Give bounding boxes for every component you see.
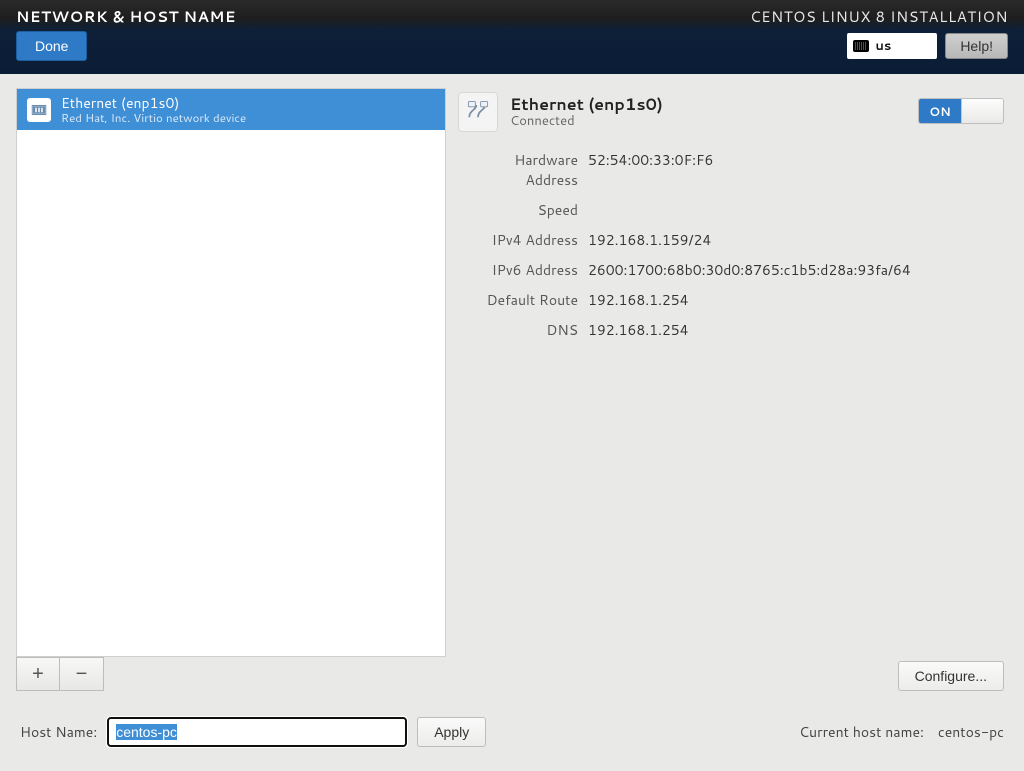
hostname-label: Host Name:: [20, 722, 97, 742]
detail-title-block: Ethernet (enp1s0) Connected: [510, 95, 663, 130]
add-interface-button[interactable]: +: [16, 657, 60, 691]
header-controls: us Help!: [847, 33, 1008, 59]
done-button[interactable]: Done: [16, 31, 87, 61]
content-area: Ethernet (enp1s0) Red Hat, Inc. Virtio n…: [0, 74, 1024, 699]
footer-left: Host Name: Apply: [20, 717, 486, 747]
ipv4-value: 192.168.1.159/24: [588, 230, 1004, 250]
detail-title: Ethernet (enp1s0): [510, 95, 663, 114]
footer: Host Name: Apply Current host name: cent…: [0, 699, 1024, 771]
hw-addr-label: Hardware Address: [458, 150, 578, 190]
header-right: CENTOS LINUX 8 INSTALLATION us Help!: [750, 6, 1008, 68]
configure-row: Configure...: [898, 661, 1004, 691]
keyboard-layout-label: us: [875, 37, 891, 55]
ipv4-label: IPv4 Address: [458, 230, 578, 250]
current-hostname-label: Current host name:: [799, 722, 924, 742]
dns-label: DNS: [458, 320, 578, 340]
route-label: Default Route: [458, 290, 578, 310]
toggle-knob: [961, 99, 1003, 123]
interface-list[interactable]: Ethernet (enp1s0) Red Hat, Inc. Virtio n…: [16, 88, 446, 657]
ethernet-large-icon: [458, 92, 498, 132]
dns-value: 192.168.1.254: [588, 320, 1004, 340]
connection-toggle[interactable]: ON: [918, 98, 1004, 124]
ethernet-icon: [27, 98, 51, 122]
keyboard-icon: [853, 40, 869, 52]
footer-right: Current host name: centos-pc: [799, 722, 1004, 742]
help-button[interactable]: Help!: [945, 33, 1008, 59]
left-column: Ethernet (enp1s0) Red Hat, Inc. Virtio n…: [16, 88, 446, 691]
right-column: ON Ethernet (enp1s0) Connected Hardware …: [458, 88, 1008, 691]
hw-addr-value: 52:54:00:33:0F:F6: [588, 150, 1004, 190]
speed-label: Speed: [458, 200, 578, 220]
ipv6-label: IPv6 Address: [458, 260, 578, 280]
ipv6-value: 2600:1700:68b0:30d0:8765:c1b5:d28a:93fa/…: [588, 260, 1004, 280]
speed-value: [588, 200, 1004, 220]
current-hostname-value: centos-pc: [938, 722, 1004, 742]
toggle-on-label: ON: [919, 99, 961, 123]
header-bar: NETWORK & HOST NAME Done CENTOS LINUX 8 …: [0, 0, 1024, 74]
interface-list-item[interactable]: Ethernet (enp1s0) Red Hat, Inc. Virtio n…: [17, 89, 445, 130]
keyboard-layout-indicator[interactable]: us: [847, 33, 937, 59]
interface-text: Ethernet (enp1s0) Red Hat, Inc. Virtio n…: [61, 95, 246, 124]
interface-list-buttons: + −: [16, 657, 446, 691]
hostname-input[interactable]: [107, 717, 407, 747]
detail-status: Connected: [510, 114, 663, 130]
detail-grid: Hardware Address 52:54:00:33:0F:F6 Speed…: [458, 150, 1004, 340]
configure-button[interactable]: Configure...: [898, 661, 1004, 691]
apply-hostname-button[interactable]: Apply: [417, 717, 486, 747]
remove-interface-button[interactable]: −: [60, 657, 104, 691]
header-left: NETWORK & HOST NAME Done: [16, 6, 236, 68]
interface-subtitle: Red Hat, Inc. Virtio network device: [61, 111, 246, 124]
installer-title: CENTOS LINUX 8 INSTALLATION: [750, 6, 1008, 27]
route-value: 192.168.1.254: [588, 290, 1004, 310]
page-title: NETWORK & HOST NAME: [16, 6, 236, 27]
